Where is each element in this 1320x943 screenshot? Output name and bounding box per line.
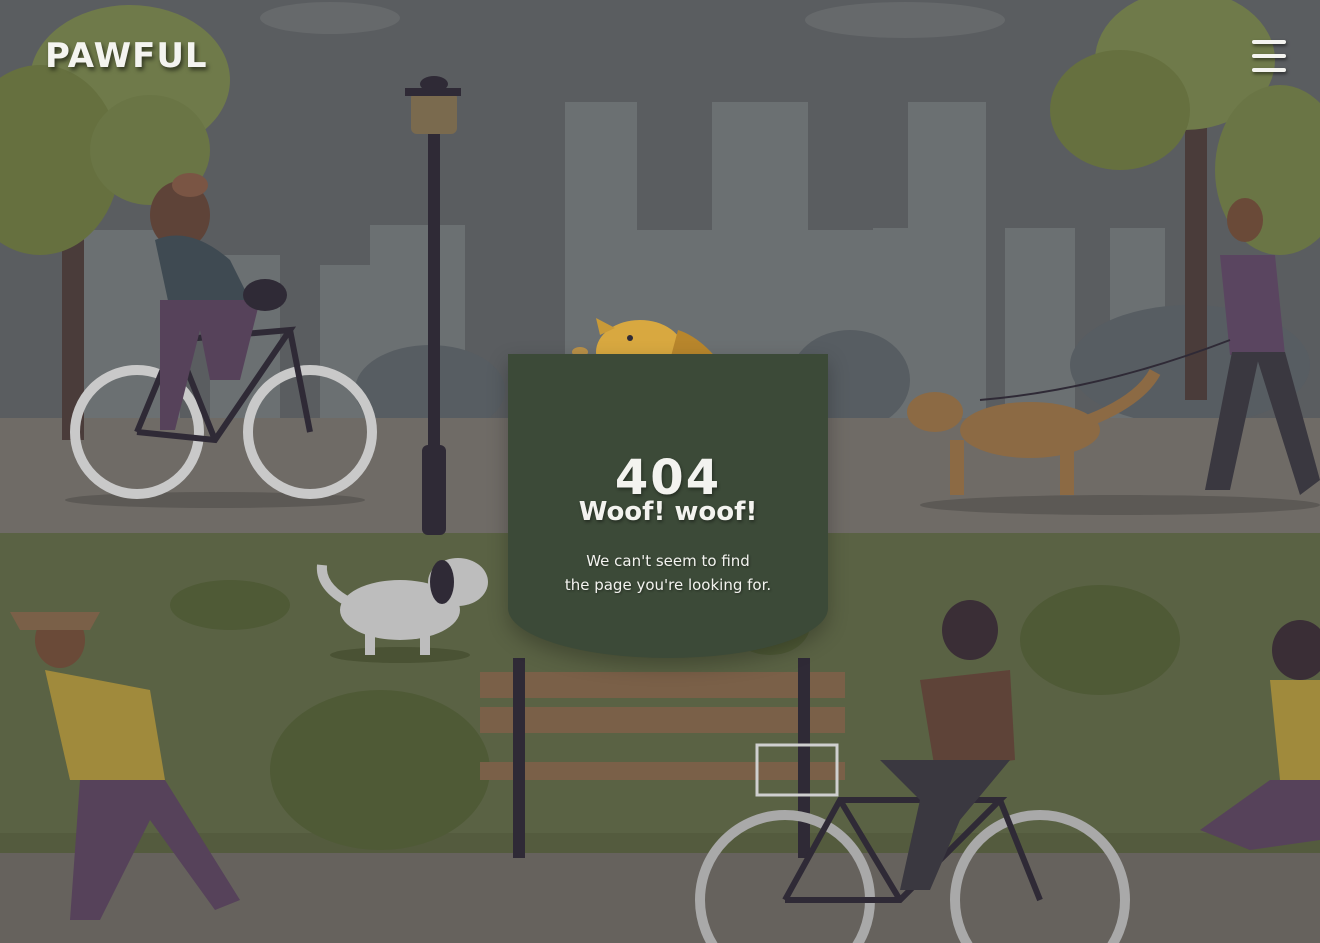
error-headline: Woof! woof!: [578, 497, 758, 527]
brand-logo[interactable]: PAWFUL: [45, 36, 208, 76]
menu-line: [1252, 68, 1286, 72]
menu-line: [1252, 54, 1286, 58]
error-message-line: We can't seem to find: [586, 552, 750, 570]
error-card: 404 Woof! woof! We can't seem to find th…: [508, 354, 828, 658]
hamburger-menu-icon[interactable]: [1250, 38, 1290, 76]
error-message: We can't seem to find the page you're lo…: [508, 549, 828, 597]
error-message-line: the page you're looking for.: [564, 576, 772, 594]
menu-line: [1252, 40, 1286, 44]
